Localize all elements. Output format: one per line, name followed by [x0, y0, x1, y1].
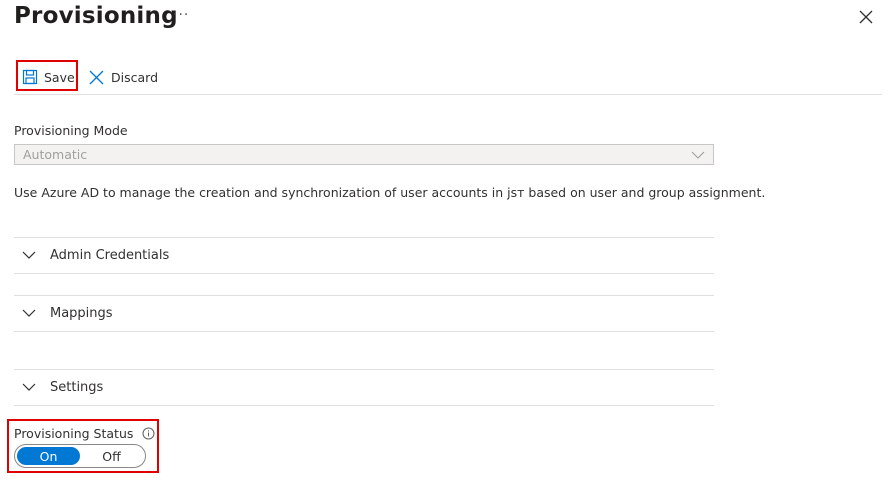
chevron-down-icon [22, 309, 36, 317]
section-divider [14, 295, 714, 296]
provisioning-mode-label: Provisioning Mode [14, 123, 128, 138]
command-bar: Save Discard [14, 58, 882, 95]
provisioning-mode-dropdown[interactable]: Automatic [14, 144, 714, 165]
page-title: Provisioning [14, 3, 178, 29]
status-highlight-box [7, 419, 159, 473]
section-admin-credentials[interactable]: Admin Credentials [22, 237, 169, 273]
more-options-button[interactable]: ··· [173, 7, 189, 23]
section-label: Mappings [50, 305, 113, 321]
section-label: Admin Credentials [50, 247, 170, 263]
chevron-down-icon [22, 251, 36, 259]
section-mappings[interactable]: Mappings [22, 295, 113, 331]
discard-button[interactable]: Discard [88, 66, 158, 88]
section-settings[interactable]: Settings [22, 369, 103, 405]
save-highlight-box [16, 60, 78, 91]
provisioning-mode-value: Automatic [23, 147, 88, 162]
section-label: Settings [50, 379, 104, 395]
chevron-down-icon [22, 383, 36, 391]
close-icon [89, 70, 104, 84]
discard-label: Discard [111, 69, 158, 85]
section-divider [14, 331, 714, 332]
section-divider [14, 273, 714, 274]
close-icon [859, 10, 873, 24]
section-divider [14, 405, 714, 406]
chevron-down-icon [691, 151, 705, 159]
section-divider [14, 369, 714, 370]
close-button[interactable] [857, 8, 875, 26]
provisioning-description: Use Azure AD to manage the creation and … [14, 185, 766, 200]
